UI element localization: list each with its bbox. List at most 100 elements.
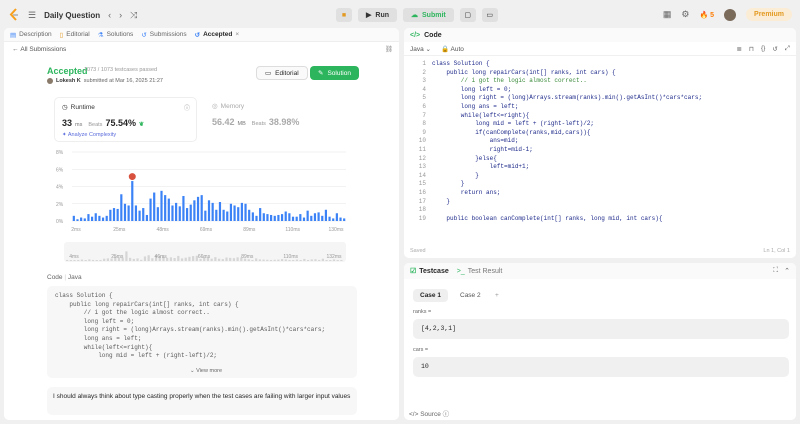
- chart-bar[interactable]: [123, 203, 127, 221]
- chart-bar[interactable]: [244, 203, 247, 221]
- chart-bar[interactable]: [262, 213, 265, 221]
- chart-bar[interactable]: [116, 208, 119, 221]
- chart-bar[interactable]: [339, 217, 342, 221]
- chart-bar[interactable]: [313, 213, 317, 221]
- chart-bar[interactable]: [273, 215, 276, 221]
- chart-bar[interactable]: [251, 212, 254, 221]
- tab-submissions[interactable]: ↺ Submissions: [141, 31, 186, 39]
- run-button[interactable]: ▶ Run: [358, 8, 397, 22]
- chart-bar[interactable]: [112, 208, 116, 221]
- case-1-tab[interactable]: Case 1: [413, 289, 448, 302]
- chart-bar[interactable]: [164, 195, 167, 221]
- layout-grid-icon[interactable]: ▦: [663, 9, 672, 20]
- leetcode-logo-icon[interactable]: [8, 8, 20, 22]
- add-case-button[interactable]: +: [488, 289, 506, 302]
- chart-bar[interactable]: [142, 208, 145, 221]
- runtime-range-slider[interactable]: 4ms 25ms 46ms 66ms 89ms 110ms 132ms: [54, 241, 350, 263]
- chart-bar[interactable]: [240, 202, 243, 221]
- input-cars-field[interactable]: 10: [413, 357, 789, 377]
- chart-bar[interactable]: [270, 214, 273, 221]
- chart-bar[interactable]: [200, 195, 203, 221]
- reset-icon[interactable]: ↺: [772, 45, 777, 53]
- chart-bar[interactable]: [299, 214, 302, 221]
- memory-card[interactable]: ◎ Memory 56.42 MB Beats 38.98%: [205, 97, 355, 142]
- chart-bar[interactable]: [175, 202, 178, 221]
- analyze-complexity-link[interactable]: ✦ Analyze Complexity: [62, 132, 116, 138]
- fullscreen-icon[interactable]: ⛶: [773, 267, 778, 275]
- chart-bar[interactable]: [149, 198, 152, 221]
- chart-bar[interactable]: [145, 214, 148, 221]
- chart-bar[interactable]: [196, 196, 200, 221]
- chart-bar[interactable]: [284, 211, 287, 221]
- auto-mode-toggle[interactable]: 🔒 Auto: [441, 45, 464, 53]
- comment-button[interactable]: ▭: [481, 8, 498, 22]
- chart-bar[interactable]: [335, 213, 338, 221]
- chart-bar[interactable]: [229, 203, 233, 221]
- chevron-right-icon[interactable]: ›: [119, 10, 122, 20]
- info-icon[interactable]: ⓘ: [184, 103, 190, 112]
- chevron-left-icon[interactable]: ‹: [108, 10, 111, 20]
- chart-bar[interactable]: [90, 216, 94, 221]
- list-icon[interactable]: ☰: [28, 10, 36, 21]
- chart-bar[interactable]: [310, 215, 313, 221]
- chart-bar[interactable]: [259, 208, 262, 221]
- chart-bar[interactable]: [291, 216, 295, 221]
- language-select[interactable]: Java ⌄: [410, 45, 431, 53]
- chart-bar[interactable]: [218, 202, 222, 221]
- chart-bar[interactable]: [72, 215, 75, 221]
- braces-icon[interactable]: {}: [761, 45, 765, 53]
- chart-bar[interactable]: [127, 205, 130, 221]
- chart-bar[interactable]: [76, 219, 79, 221]
- debug-button[interactable]: ■: [336, 8, 352, 22]
- chart-bar[interactable]: [185, 208, 189, 221]
- chart-bar[interactable]: [321, 215, 324, 221]
- chart-bar[interactable]: [237, 207, 240, 221]
- chart-bar[interactable]: [94, 213, 97, 221]
- close-icon[interactable]: ×: [235, 31, 239, 38]
- chart-bar[interactable]: [138, 210, 141, 221]
- chart-bar[interactable]: [233, 205, 236, 221]
- chart-bar[interactable]: [222, 209, 225, 221]
- submission-note[interactable]: I should always think about type casting…: [47, 387, 357, 415]
- tab-editorial[interactable]: ▯ Editorial: [60, 31, 90, 39]
- submitter-name[interactable]: Lokesh K: [56, 78, 81, 84]
- chart-bar[interactable]: [295, 216, 298, 221]
- expand-icon[interactable]: ⤢: [785, 45, 790, 53]
- chart-bar[interactable]: [204, 210, 207, 221]
- input-ranks-field[interactable]: [4,2,3,1]: [413, 319, 789, 339]
- user-avatar[interactable]: [724, 8, 737, 21]
- tab-solutions[interactable]: ⚗ Solutions: [98, 31, 134, 39]
- chart-bar[interactable]: [167, 198, 170, 221]
- chart-bar[interactable]: [288, 213, 291, 221]
- chart-bar[interactable]: [178, 206, 181, 221]
- chart-bar[interactable]: [266, 214, 269, 221]
- chart-bar[interactable]: [280, 214, 284, 221]
- chart-bar[interactable]: [87, 214, 90, 221]
- chart-bar[interactable]: [160, 190, 163, 221]
- runtime-card[interactable]: ◷ Runtime ⓘ 33 ms Beats 75.54% ❦ ✦ Analyze Co…: [54, 97, 197, 142]
- chart-bar[interactable]: [306, 210, 309, 221]
- chart-bar[interactable]: [207, 200, 211, 221]
- chart-bar[interactable]: [226, 211, 229, 221]
- chart-bar[interactable]: [171, 205, 174, 221]
- chart-bar[interactable]: [193, 200, 196, 221]
- chart-bar[interactable]: [255, 215, 258, 221]
- case-2-tab[interactable]: Case 2: [453, 289, 488, 302]
- chart-bar[interactable]: [189, 204, 192, 221]
- chart-bar[interactable]: [134, 205, 138, 221]
- chart-bar[interactable]: [332, 218, 335, 221]
- chart-bar[interactable]: [80, 217, 83, 221]
- notes-button[interactable]: ▢: [459, 8, 476, 22]
- chart-bar[interactable]: [153, 192, 156, 221]
- shuffle-icon[interactable]: ⤨: [130, 10, 137, 21]
- chart-bar[interactable]: [83, 218, 86, 221]
- problem-list-title[interactable]: Daily Question: [44, 11, 100, 20]
- tab-test-result[interactable]: >_ Test Result: [457, 268, 503, 275]
- streak-counter[interactable]: 🔥 5: [699, 11, 714, 19]
- chart-bar[interactable]: [248, 209, 251, 221]
- premium-button[interactable]: Premium: [746, 8, 792, 21]
- chart-bar[interactable]: [324, 209, 328, 221]
- chart-bar[interactable]: [120, 194, 123, 221]
- chart-bar[interactable]: [156, 207, 159, 221]
- chart-bar[interactable]: [101, 217, 105, 221]
